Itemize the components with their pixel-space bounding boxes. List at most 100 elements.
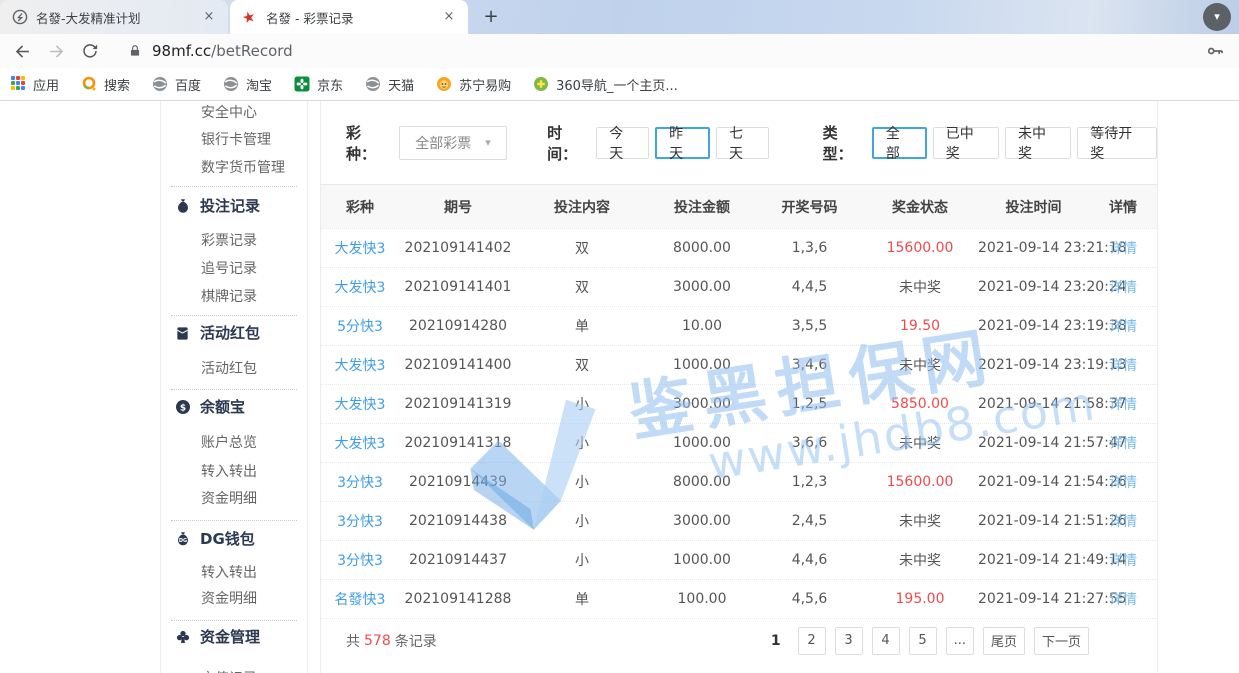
tab-plan-page[interactable]: 名發-大发精准计划 × xyxy=(0,0,228,34)
detail-link[interactable]: 详情 xyxy=(1089,316,1157,336)
sidebar-item-transfer[interactable]: 转入转出 xyxy=(161,458,307,486)
sidebar-section-yuebao[interactable]: $ 余额宝 xyxy=(161,392,307,422)
cell-bet-content: 小 xyxy=(517,394,647,414)
cell-lottery: 大发快3 xyxy=(321,238,399,258)
globe-icon xyxy=(223,76,239,92)
detail-link[interactable]: 详情 xyxy=(1089,472,1157,492)
cell-bet-content: 小 xyxy=(517,433,647,453)
time-filter-today[interactable]: 今天 xyxy=(596,127,649,159)
total-records-prefix: 共 xyxy=(346,631,360,651)
table-row: 3分快3 20210914439 小 8000.00 1,2,3 15600.0… xyxy=(321,462,1157,501)
type-filter-lost[interactable]: 未中奖 xyxy=(1005,127,1071,159)
cell-prize-status: 未中奖 xyxy=(862,550,978,570)
password-key-icon[interactable] xyxy=(1205,41,1225,65)
tab-strip: 名發-大发精准计划 × ★ 名發 - 彩票记录 × + ▾ xyxy=(0,0,1239,34)
section-label: 活动红包 xyxy=(200,318,260,348)
bookmark-search[interactable]: 搜索 xyxy=(81,75,130,94)
url-path: /betRecord xyxy=(211,42,293,60)
bookmark-apps[interactable]: 应用 xyxy=(10,75,59,94)
detail-link[interactable]: 详情 xyxy=(1089,355,1157,375)
red-envelope-icon xyxy=(174,325,191,342)
cell-bet-content: 双 xyxy=(517,238,647,258)
type-filter-won[interactable]: 已中奖 xyxy=(933,127,999,159)
globe-icon xyxy=(365,76,381,92)
sidebar-item-fund-details[interactable]: 资金明细 xyxy=(161,485,307,513)
table-row: 名發快3 202109141288 单 100.00 4,5,6 195.00 … xyxy=(321,579,1157,618)
tab-list-menu-button[interactable]: ▾ xyxy=(1203,3,1231,31)
cell-bet-time: 2021-09-14 21:27:55 xyxy=(978,591,1089,607)
lottery-select[interactable]: 全部彩票 ▾ xyxy=(399,126,507,160)
new-tab-button[interactable]: + xyxy=(478,5,504,31)
cell-bet-content: 小 xyxy=(517,550,647,570)
detail-link[interactable]: 详情 xyxy=(1089,238,1157,258)
sidebar-divider xyxy=(171,315,297,316)
browser-toolbar: 98mf.cc/betRecord xyxy=(0,34,1239,68)
ssl-lock-icon[interactable] xyxy=(128,43,142,59)
sidebar-item-security-center[interactable]: 安全中心 xyxy=(161,101,307,127)
cell-bet-time: 2021-09-14 21:57:47 xyxy=(978,435,1089,451)
sidebar-item-lottery-records[interactable]: 彩票记录 xyxy=(161,227,307,255)
cell-draw-numbers: 4,4,6 xyxy=(757,552,862,568)
sidebar-item-dg-fund-details[interactable]: 资金明细 xyxy=(161,585,307,613)
bookmark-tmall[interactable]: 天猫 xyxy=(365,75,414,94)
sidebar-item-bank-card[interactable]: 银行卡管理 xyxy=(161,126,307,154)
detail-link[interactable]: 详情 xyxy=(1089,511,1157,531)
account-sidebar: 安全中心 银行卡管理 数字货币管理 投注记录 彩票记录 追号记录 棋牌记录 活动… xyxy=(160,101,308,673)
cell-lottery: 大发快3 xyxy=(321,355,399,375)
sidebar-divider xyxy=(171,186,297,187)
type-filter-pending[interactable]: 等待开奖 xyxy=(1077,127,1157,159)
bookmark-suning[interactable]: 苏宁易购 xyxy=(436,75,511,94)
type-filter-label: 类型： xyxy=(823,122,866,164)
sidebar-item-recharge-records[interactable]: 充值记录 xyxy=(161,665,307,673)
cell-issue: 202109141288 xyxy=(399,591,517,607)
detail-link[interactable]: 详情 xyxy=(1089,394,1157,414)
sidebar-section-bet-records[interactable]: 投注记录 xyxy=(161,191,307,221)
address-bar[interactable]: 98mf.cc/betRecord xyxy=(152,42,293,60)
detail-link[interactable]: 详情 xyxy=(1089,589,1157,609)
next-page-button[interactable]: 下一页 xyxy=(1034,627,1089,655)
bookmark-360nav[interactable]: 360导航_一个主页... xyxy=(533,75,678,94)
tab-close-icon[interactable]: × xyxy=(200,8,218,26)
page-button-4[interactable]: 4 xyxy=(872,627,900,655)
forward-icon[interactable] xyxy=(44,39,68,63)
sidebar-section-fund-management[interactable]: 资金管理 xyxy=(161,622,307,652)
type-filter-all[interactable]: 全部 xyxy=(872,127,927,159)
chevron-down-icon: ▾ xyxy=(485,136,491,149)
cell-bet-content: 双 xyxy=(517,355,647,375)
detail-link[interactable]: 详情 xyxy=(1089,433,1157,453)
detail-link[interactable]: 详情 xyxy=(1089,550,1157,570)
page-button-2[interactable]: 2 xyxy=(798,627,826,655)
dg-wallet-icon: DG xyxy=(174,531,191,548)
sidebar-item-digital-currency[interactable]: 数字货币管理 xyxy=(161,154,307,182)
bookmark-jd[interactable]: 京东 xyxy=(294,75,343,94)
detail-link[interactable]: 详情 xyxy=(1089,277,1157,297)
last-page-button[interactable]: 尾页 xyxy=(983,627,1025,655)
page-button-3[interactable]: 3 xyxy=(835,627,863,655)
sidebar-item-board-game-records[interactable]: 棋牌记录 xyxy=(161,283,307,311)
header-draw-numbers: 开奖号码 xyxy=(757,197,862,217)
sidebar-item-dg-transfer[interactable]: 转入转出 xyxy=(161,559,307,587)
tab-close-icon[interactable]: × xyxy=(440,8,458,26)
refresh-icon[interactable] xyxy=(78,39,102,63)
sidebar-item-activity-redpacket[interactable]: 活动红包 xyxy=(161,355,307,383)
time-filter-yesterday[interactable]: 昨天 xyxy=(655,127,710,159)
tab-bet-record[interactable]: ★ 名發 - 彩票记录 × xyxy=(230,0,468,34)
cell-draw-numbers: 1,2,3 xyxy=(757,474,862,490)
bookmark-taobao[interactable]: 淘宝 xyxy=(223,75,272,94)
cell-prize-status: 195.00 xyxy=(862,591,978,607)
sidebar-section-dg-wallet[interactable]: DG DG钱包 xyxy=(161,524,307,554)
page-button-ellipsis[interactable]: ... xyxy=(946,627,974,655)
svg-text:DG: DG xyxy=(178,538,186,544)
bookmark-baidu[interactable]: 百度 xyxy=(152,75,201,94)
time-filter-seven-days[interactable]: 七天 xyxy=(716,127,769,159)
sidebar-item-chase-records[interactable]: 追号记录 xyxy=(161,255,307,283)
sidebar-item-account-overview[interactable]: 账户总览 xyxy=(161,429,307,457)
section-label: 投注记录 xyxy=(200,191,260,221)
cell-lottery: 3分快3 xyxy=(321,472,399,492)
sidebar-section-activity-redpacket[interactable]: 活动红包 xyxy=(161,318,307,348)
back-icon[interactable] xyxy=(10,39,34,63)
cell-bet-time: 2021-09-14 21:49:14 xyxy=(978,552,1089,568)
nav-360-icon xyxy=(533,76,549,92)
page-button-5[interactable]: 5 xyxy=(909,627,937,655)
cell-lottery: 大发快3 xyxy=(321,394,399,414)
